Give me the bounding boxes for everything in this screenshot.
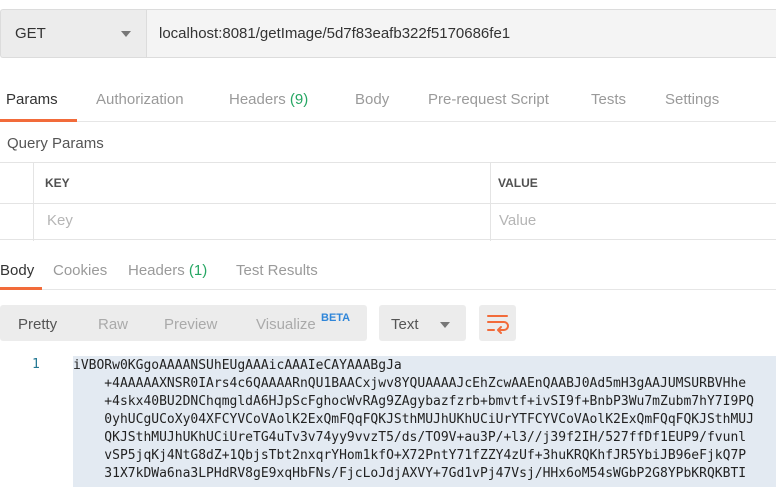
response-tab-headers[interactable]: Headers (1) [128,262,207,279]
request-tabs: Params Authorization Headers (9) Body Pr… [0,84,776,122]
key-column-header: KEY [45,176,70,190]
visualize-button[interactable]: Visualize [256,316,316,333]
key-input[interactable]: Key [47,212,73,229]
method-select[interactable]: GET [0,9,146,58]
tab-settings[interactable]: Settings [665,91,719,108]
view-mode-bar: Pretty Raw Preview Visualize BETA [0,305,367,341]
code-line: +4AAAAAXNSR0IArs4c6QAAAARnQU1BAACxjwv8YQ… [73,376,747,391]
url-text: localhost:8081/getImage/5d7f83eafb322f51… [159,25,511,42]
tab-pre-request-script[interactable]: Pre-request Script [428,91,549,108]
tab-headers[interactable]: Headers (9) [229,91,308,108]
tab-params[interactable]: Params [6,91,58,108]
tab-authorization[interactable]: Authorization [96,91,184,108]
active-tab-indicator [0,119,77,122]
table-divider [33,163,34,241]
response-tab-headers-label: Headers [128,262,185,279]
tab-headers-count: (9) [289,91,309,108]
code-line: vSP5jqKj4NtG8dZ+1QbjsTbt2nxqrYHom1kfO+X7… [73,448,747,463]
response-tab-body[interactable]: Body [0,262,34,279]
preview-button[interactable]: Preview [164,316,217,333]
url-input[interactable]: localhost:8081/getImage/5d7f83eafb322f51… [146,9,776,58]
value-input[interactable]: Value [499,212,536,229]
response-tabs: Body Cookies Headers (1) Test Results [0,254,776,290]
code-line: 31X7kDWa6na3LPHdRV8gE9xqHbFNs/FjcLoJdjAX… [73,466,747,481]
table-divider [490,163,491,241]
code-line: 0yhUCgUCoXy04XFCYVCoVAolK2ExQmFQqFQKJSth… [73,412,754,427]
table-divider [0,203,776,204]
code-line: +4skx40BU2DNChqmgldA6HJpScFghocWvRAg9ZAg… [73,394,754,409]
query-params-table: KEY VALUE Key Value [0,162,776,241]
chevron-down-icon [440,322,450,328]
wrap-lines-button[interactable] [479,305,516,341]
wrap-lines-icon [487,315,509,334]
chevron-down-icon [121,31,131,37]
format-label: Text [391,316,419,333]
raw-button[interactable]: Raw [98,316,128,333]
tab-tests[interactable]: Tests [591,91,626,108]
request-bar: GET localhost:8081/getImage/5d7f83eafb32… [0,9,776,58]
code-line: iVBORw0KGgoAAAANSUhEUgAAAicAAAIeCAYAAABg… [73,358,402,373]
query-params-title: Query Params [7,135,104,152]
active-response-tab-indicator [0,287,42,290]
code-line: QKJSthMUJhUKhUCiUreTG4uTv3v74yy9vvzT5/ds… [73,430,747,445]
response-body-text[interactable]: iVBORw0KGgoAAAANSUhEUgAAAicAAAIeCAYAAABg… [73,356,776,487]
beta-badge: BETA [321,312,351,324]
value-column-header: VALUE [498,176,538,190]
tab-body[interactable]: Body [355,91,389,108]
line-number: 1 [32,357,40,372]
response-tab-test-results[interactable]: Test Results [236,262,318,279]
pretty-button[interactable]: Pretty [18,316,57,333]
response-tab-headers-count: (1) [188,262,208,279]
method-label: GET [15,25,46,42]
response-tab-cookies[interactable]: Cookies [53,262,107,279]
tab-headers-label: Headers [229,91,286,108]
format-select[interactable]: Text [379,305,466,341]
